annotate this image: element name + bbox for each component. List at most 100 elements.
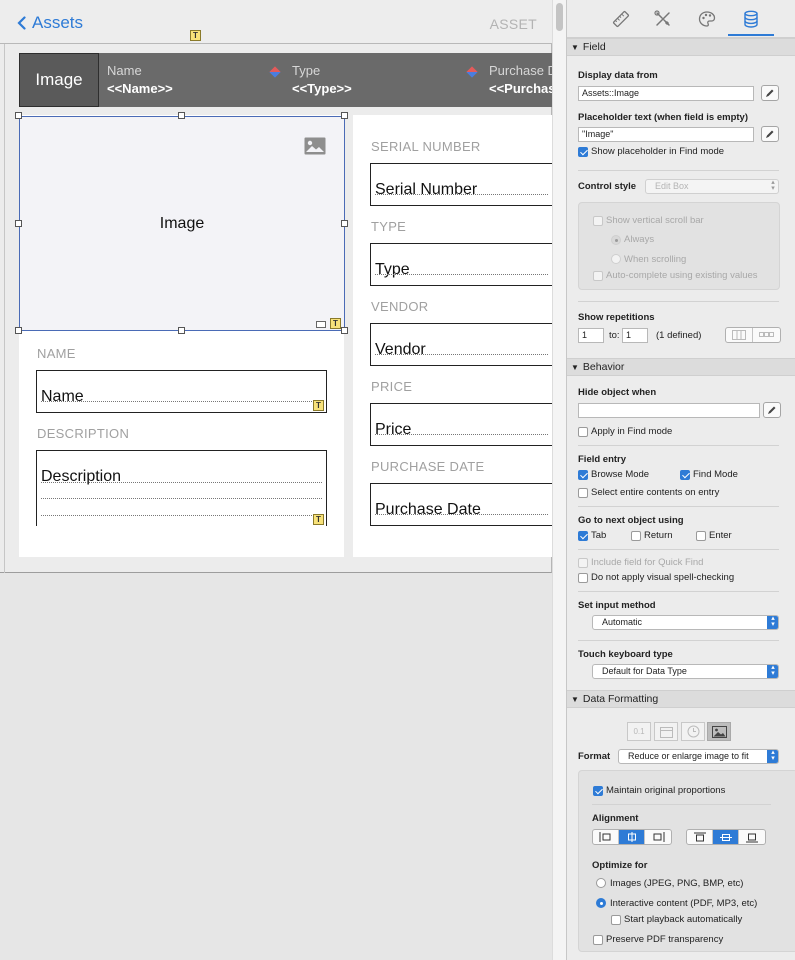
- tab-position[interactable]: [609, 8, 633, 30]
- vertical-alignment-control[interactable]: [686, 829, 766, 845]
- quick-find-checkbox[interactable]: [578, 558, 588, 568]
- description-field[interactable]: Description T: [36, 450, 327, 526]
- align-middle-button[interactable]: [713, 830, 739, 844]
- scroll-always-radio[interactable]: [611, 235, 621, 245]
- header-column-purchase-date[interactable]: Purchase Date <<Purchase Date>>: [489, 53, 552, 107]
- vertical-orientation-button[interactable]: [726, 328, 753, 342]
- show-placeholder-find-checkbox[interactable]: [578, 147, 588, 157]
- time-format-button[interactable]: [681, 722, 705, 741]
- pencil-icon: [768, 406, 776, 414]
- format-select[interactable]: Reduce or enlarge image to fit ▴ ▾: [618, 749, 779, 764]
- purchase-date-field-value: Purchase Date: [375, 501, 481, 518]
- input-method-label: Set input method: [578, 600, 656, 611]
- control-style-select[interactable]: Edit Box ▴ ▾: [645, 179, 779, 194]
- display-data-from-input[interactable]: Assets::Image: [578, 86, 754, 101]
- palette-icon: [698, 11, 716, 27]
- control-style-label: Control style: [578, 181, 637, 192]
- field-entry-label: Field entry: [578, 454, 627, 465]
- show-vscroll-checkbox[interactable]: [593, 216, 603, 226]
- header-image-cell[interactable]: Image: [19, 53, 99, 107]
- pencil-icon: [766, 130, 774, 138]
- number-format-button[interactable]: 0.1: [627, 722, 651, 741]
- optimize-for-label: Optimize for: [592, 860, 648, 871]
- repetitions-to-input[interactable]: 1: [622, 328, 648, 343]
- layout-area: Assets ASSET T Image Name <<Name>> Type …: [0, 0, 552, 573]
- purchase-date-field[interactable]: Purchase Date: [370, 483, 552, 526]
- repetition-orientation-toggle[interactable]: [725, 327, 781, 343]
- input-method-select[interactable]: Automatic ▴ ▾: [592, 615, 779, 630]
- header-column-type[interactable]: Type <<Type>>: [292, 53, 478, 107]
- show-repetitions-label: Show repetitions: [578, 312, 655, 323]
- tab-appearance[interactable]: [695, 8, 719, 30]
- date-format-button[interactable]: [654, 722, 678, 741]
- divider: [578, 170, 779, 171]
- tools-icon: [654, 10, 670, 26]
- layout-vertical-scrollbar[interactable]: [552, 0, 566, 960]
- edit-display-data-button[interactable]: [761, 85, 779, 101]
- repetitions-from-input[interactable]: 1: [578, 328, 604, 343]
- resize-handle[interactable]: [341, 220, 348, 227]
- resize-handle[interactable]: [341, 327, 348, 334]
- section-header-behavior[interactable]: ▼ Behavior: [567, 358, 795, 376]
- preserve-pdf-checkbox[interactable]: [593, 935, 603, 945]
- resize-handle[interactable]: [15, 220, 22, 227]
- hide-object-label: Hide object when: [578, 387, 657, 398]
- optimize-images-radio[interactable]: [596, 878, 606, 888]
- resize-handle[interactable]: [178, 327, 185, 334]
- resize-handle[interactable]: [341, 112, 348, 119]
- placeholder-text-input[interactable]: "Image": [578, 127, 754, 142]
- inspector-panel: ▼ Field Display data from Assets::Image P…: [566, 0, 795, 960]
- divider: [578, 445, 779, 446]
- maintain-proportions-checkbox[interactable]: [593, 786, 603, 796]
- calendar-icon: [659, 726, 673, 738]
- resize-handle[interactable]: [15, 112, 22, 119]
- type-field[interactable]: Type: [370, 243, 552, 286]
- tab-key-checkbox[interactable]: [578, 531, 588, 541]
- scroll-when-scrolling-radio[interactable]: [611, 254, 621, 264]
- header-column-name[interactable]: Name <<Name>>: [107, 53, 287, 107]
- edit-hide-object-button[interactable]: [763, 402, 781, 418]
- divider: [592, 804, 771, 805]
- find-mode-checkbox[interactable]: [680, 470, 690, 480]
- apply-find-mode-checkbox[interactable]: [578, 427, 588, 437]
- image-container-field[interactable]: Image: [19, 116, 345, 331]
- hide-object-input[interactable]: [578, 403, 760, 418]
- align-center-button[interactable]: [619, 830, 645, 844]
- section-header-data-formatting[interactable]: ▼ Data Formatting: [567, 690, 795, 708]
- disclosure-triangle-icon: ▼: [571, 363, 579, 372]
- section-header-field[interactable]: ▼ Field: [567, 38, 795, 56]
- display-data-from-label: Display data from: [578, 70, 658, 81]
- header-band: Image Name <<Name>> Type <<Type>> Purcha…: [19, 53, 552, 107]
- return-key-checkbox[interactable]: [631, 531, 641, 541]
- align-right-button[interactable]: [645, 830, 671, 844]
- edit-placeholder-button[interactable]: [761, 126, 779, 142]
- back-button[interactable]: Assets: [17, 13, 83, 33]
- graphic-format-button[interactable]: [707, 722, 731, 741]
- resize-handle[interactable]: [178, 112, 185, 119]
- price-field[interactable]: Price: [370, 403, 552, 446]
- name-field[interactable]: Name T: [36, 370, 327, 413]
- browse-mode-checkbox[interactable]: [578, 470, 588, 480]
- select-entire-checkbox[interactable]: [578, 488, 588, 498]
- autocomplete-checkbox[interactable]: [593, 271, 603, 281]
- tab-appearance-tools[interactable]: [651, 8, 675, 30]
- enter-key-checkbox[interactable]: [696, 531, 706, 541]
- find-mode-label: Find Mode: [693, 469, 738, 480]
- baseline-dots: [41, 515, 322, 516]
- alignment-label: Alignment: [592, 813, 639, 824]
- horizontal-alignment-control[interactable]: [592, 829, 672, 845]
- scrollbar-thumb[interactable]: [556, 3, 563, 31]
- price-field-label: PRICE: [371, 379, 413, 394]
- align-bottom-button[interactable]: [739, 830, 765, 844]
- optimize-interactive-radio[interactable]: [596, 898, 606, 908]
- vendor-field[interactable]: Vendor: [370, 323, 552, 366]
- tab-data[interactable]: [739, 8, 763, 30]
- start-playback-checkbox[interactable]: [611, 915, 621, 925]
- horizontal-orientation-button[interactable]: [753, 328, 780, 342]
- serial-number-field[interactable]: Serial Number: [370, 163, 552, 206]
- align-top-button[interactable]: [687, 830, 713, 844]
- align-left-button[interactable]: [593, 830, 619, 844]
- resize-handle[interactable]: [15, 327, 22, 334]
- touch-keyboard-select[interactable]: Default for Data Type ▴ ▾: [592, 664, 779, 679]
- spell-check-checkbox[interactable]: [578, 573, 588, 583]
